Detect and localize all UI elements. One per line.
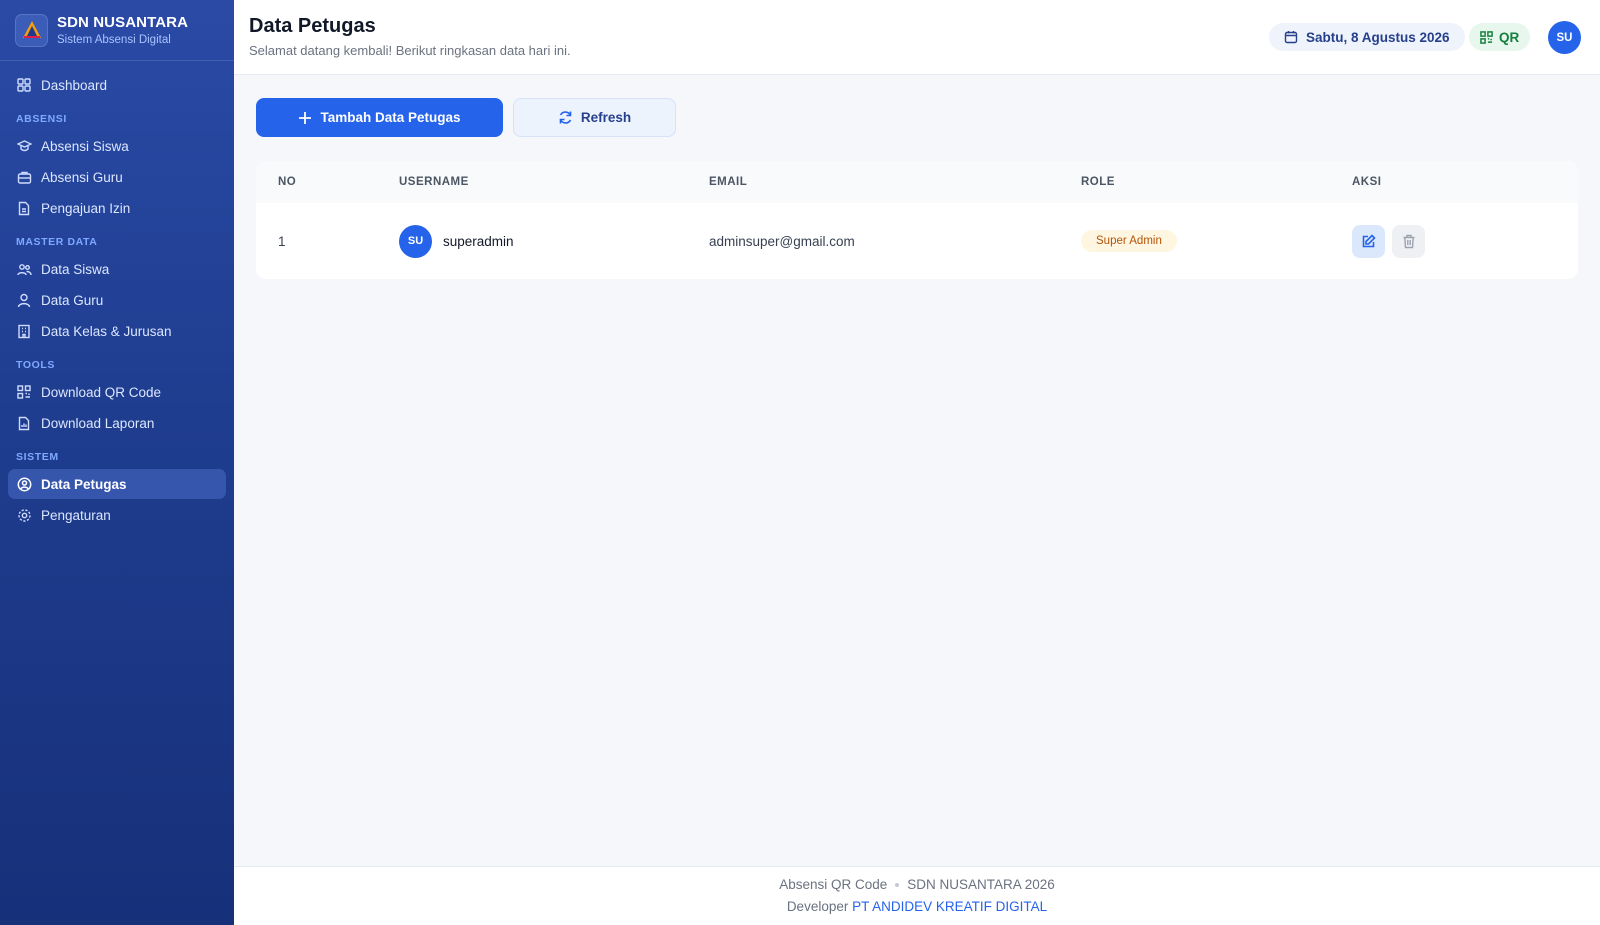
column-header-role: ROLE bbox=[1081, 176, 1115, 188]
sidebar: SDN NUSANTARA Sistem Absensi Digital Das… bbox=[0, 0, 234, 925]
sidebar-item-download-laporan[interactable]: Download Laporan bbox=[8, 408, 226, 438]
footer-app-name: Absensi QR Code bbox=[779, 877, 888, 892]
nav-section-tools: TOOLS bbox=[16, 359, 55, 371]
add-petugas-button[interactable]: Tambah Data Petugas bbox=[256, 98, 503, 137]
refresh-icon bbox=[558, 110, 573, 125]
sidebar-item-absensi-siswa[interactable]: Absensi Siswa bbox=[8, 131, 226, 161]
sidebar-item-label: Download Laporan bbox=[41, 415, 155, 431]
avatar: SU bbox=[399, 224, 432, 258]
qr-code-icon bbox=[16, 384, 32, 400]
column-header-username: USERNAME bbox=[399, 176, 469, 188]
sidebar-item-label: Data Petugas bbox=[41, 476, 127, 492]
trash-icon bbox=[1402, 234, 1416, 249]
sidebar-item-label: Data Guru bbox=[41, 292, 104, 308]
edit-button[interactable] bbox=[1352, 224, 1385, 258]
refresh-label: Refresh bbox=[580, 110, 632, 125]
column-header-aksi: AKSI bbox=[1352, 176, 1382, 188]
briefcase-icon bbox=[16, 169, 32, 185]
plus-icon bbox=[298, 111, 312, 125]
top-header: Data Petugas Selamat datang kembali! Ber… bbox=[234, 0, 1600, 75]
edit-icon bbox=[1361, 233, 1376, 249]
user-icon bbox=[16, 292, 32, 308]
refresh-button[interactable]: Refresh bbox=[513, 98, 676, 137]
footer-copyright: SDN NUSANTARA 2026 bbox=[907, 877, 1055, 892]
report-file-icon bbox=[16, 415, 32, 431]
sidebar-item-label: Absensi Siswa bbox=[41, 138, 129, 154]
sidebar-item-label: Pengajuan Izin bbox=[41, 200, 131, 216]
sidebar-item-dashboard[interactable]: Dashboard bbox=[8, 70, 226, 100]
document-icon bbox=[16, 200, 32, 216]
sidebar-item-pengajuan-izin[interactable]: Pengajuan Izin bbox=[8, 193, 226, 223]
date-badge: Sabtu, 8 Agustus 2026 bbox=[1269, 23, 1465, 51]
user-circle-icon bbox=[16, 476, 32, 492]
sidebar-item-data-kelas[interactable]: Data Kelas & Jurusan bbox=[8, 316, 226, 346]
school-logo bbox=[15, 13, 48, 47]
delete-button[interactable] bbox=[1392, 224, 1425, 258]
page-subtitle: Selamat datang kembali! Berikut ringkasa… bbox=[249, 43, 571, 58]
sidebar-item-absensi-guru[interactable]: Absensi Guru bbox=[8, 162, 226, 192]
developer-link[interactable]: PT ANDIDEV KREATIF DIGITAL bbox=[852, 899, 1047, 914]
brand-name: SDN NUSANTARA bbox=[57, 14, 189, 31]
gear-icon bbox=[16, 507, 32, 523]
add-petugas-label: Tambah Data Petugas bbox=[320, 110, 461, 125]
role-badge: Super Admin bbox=[1081, 230, 1177, 252]
sidebar-item-label: Dashboard bbox=[41, 77, 108, 93]
table-row: 1 SU superadmin adminsuper@gmail.com Sup… bbox=[256, 203, 1578, 279]
student-hat-icon bbox=[16, 138, 32, 154]
nav-section-master-data: MASTER DATA bbox=[16, 236, 98, 248]
sidebar-item-download-qr[interactable]: Download QR Code bbox=[8, 377, 226, 407]
column-header-email: EMAIL bbox=[709, 176, 748, 188]
username: superadmin bbox=[443, 233, 514, 249]
grid-icon bbox=[16, 77, 32, 93]
sidebar-item-label: Data Siswa bbox=[41, 261, 110, 277]
qr-label: QR bbox=[1499, 29, 1520, 45]
email-cell: adminsuper@gmail.com bbox=[709, 233, 855, 249]
row-number: 1 bbox=[278, 233, 286, 249]
role-cell: Super Admin bbox=[1081, 203, 1177, 279]
qr-code-icon bbox=[1480, 30, 1493, 44]
brand-subtitle: Sistem Absensi Digital bbox=[57, 34, 171, 46]
qr-button[interactable]: QR bbox=[1469, 23, 1531, 51]
footer-developer-prefix: Developer bbox=[786, 899, 849, 914]
sidebar-item-data-petugas[interactable]: Data Petugas bbox=[8, 469, 226, 499]
sidebar-item-pengaturan[interactable]: Pengaturan bbox=[8, 500, 226, 530]
petugas-table: NO USERNAME EMAIL ROLE AKSI 1 SU superad… bbox=[256, 161, 1578, 279]
user-avatar[interactable]: SU bbox=[1548, 21, 1581, 54]
actions-cell bbox=[1352, 203, 1425, 279]
separator-dot bbox=[895, 883, 900, 888]
column-header-no: NO bbox=[278, 176, 297, 188]
nav-section-absensi: ABSENSI bbox=[16, 113, 67, 125]
footer: Absensi QR Code SDN NUSANTARA 2026 Develo… bbox=[234, 866, 1600, 925]
calendar-icon bbox=[1284, 30, 1298, 44]
username-cell: SU superadmin bbox=[399, 203, 514, 279]
sidebar-item-data-guru[interactable]: Data Guru bbox=[8, 285, 226, 315]
sidebar-item-data-siswa[interactable]: Data Siswa bbox=[8, 254, 226, 284]
sidebar-nav: Dashboard ABSENSI Absensi Siswa Absensi … bbox=[0, 61, 234, 530]
building-icon bbox=[16, 323, 32, 339]
sidebar-item-label: Absensi Guru bbox=[41, 169, 123, 185]
sidebar-item-label: Pengaturan bbox=[41, 507, 111, 523]
nav-section-sistem: SISTEM bbox=[16, 451, 59, 463]
sidebar-item-label: Data Kelas & Jurusan bbox=[41, 323, 172, 339]
brand: SDN NUSANTARA Sistem Absensi Digital bbox=[0, 0, 234, 61]
current-date: Sabtu, 8 Agustus 2026 bbox=[1306, 29, 1450, 45]
sidebar-item-label: Download QR Code bbox=[41, 384, 162, 400]
page-title: Data Petugas bbox=[249, 15, 376, 37]
table-header: NO USERNAME EMAIL ROLE AKSI bbox=[256, 161, 1578, 203]
users-icon bbox=[16, 261, 32, 277]
